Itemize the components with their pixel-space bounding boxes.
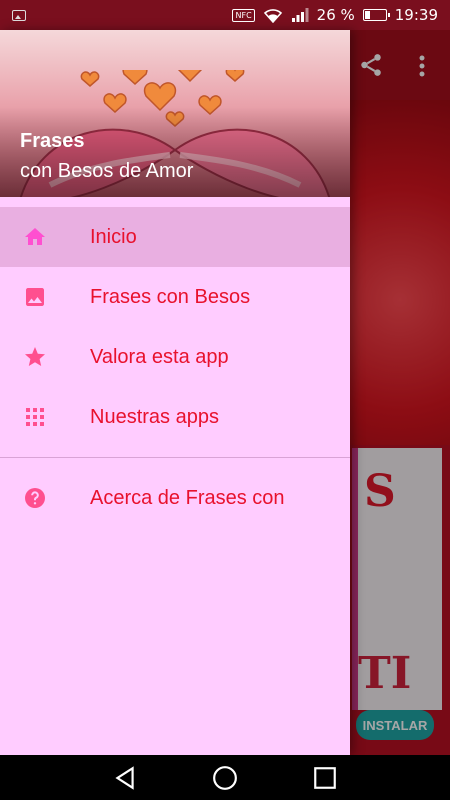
apps-grid-icon [22, 404, 48, 430]
menu-divider [0, 457, 350, 458]
recents-icon[interactable] [312, 765, 338, 791]
image-notification-icon [12, 9, 26, 21]
home-circle-icon[interactable] [212, 765, 238, 791]
star-icon [22, 344, 48, 370]
battery-percent: 26 % [316, 6, 355, 24]
menu-item-inicio[interactable]: Inicio [0, 207, 350, 267]
help-icon [22, 485, 48, 511]
drawer-menu: Inicio Frases con Besos Valora esta app … [0, 207, 350, 528]
drawer-header: Frases con Besos de Amor [0, 30, 350, 197]
signal-icon [291, 8, 309, 22]
drawer-title: Frases [20, 130, 85, 152]
system-nav-bar [0, 755, 450, 800]
menu-item-acerca-de[interactable]: Acerca de Frases con [0, 468, 350, 528]
menu-item-nuestras-apps[interactable]: Nuestras apps [0, 387, 350, 447]
navigation-drawer: Frases con Besos de Amor Inicio Frases c… [0, 30, 350, 755]
menu-item-label: Valora esta app [90, 345, 229, 368]
status-bar: NFC 26 % 19:39 [0, 0, 450, 30]
nfc-icon: NFC [232, 8, 255, 22]
wifi-icon [263, 9, 282, 23]
menu-item-frases-con-besos[interactable]: Frases con Besos [0, 267, 350, 327]
menu-item-label: Nuestras apps [90, 405, 219, 428]
clock: 19:39 [394, 6, 438, 24]
image-icon [22, 284, 48, 310]
drawer-subtitle: con Besos de Amor [20, 160, 194, 182]
battery-icon [362, 9, 390, 21]
menu-item-label: Inicio [90, 225, 137, 248]
back-icon[interactable] [112, 765, 138, 791]
home-icon [22, 224, 48, 250]
menu-item-valora[interactable]: Valora esta app [0, 327, 350, 387]
menu-item-label: Acerca de Frases con [90, 486, 285, 509]
menu-item-label: Frases con Besos [90, 285, 251, 308]
